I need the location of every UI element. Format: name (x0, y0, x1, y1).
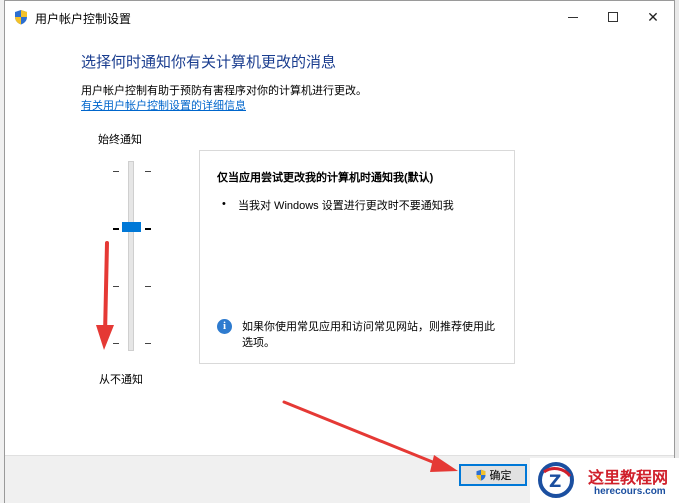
slider-tick (145, 171, 151, 172)
close-button[interactable]: ✕ (633, 1, 673, 33)
close-icon: ✕ (647, 8, 659, 25)
page-description: 用户帐户控制有助于预防有害程序对你的计算机进行更改。 (81, 85, 367, 97)
slider-tick (113, 343, 119, 344)
slider-tick (113, 286, 119, 287)
minimize-button[interactable] (553, 1, 593, 33)
panel-info-text: 如果你使用常见应用和访问常见网站，则推荐使用此 选项。 (242, 319, 502, 351)
info-icon: i (217, 319, 232, 334)
page-heading: 选择何时通知你有关计算机更改的消息 (81, 54, 337, 71)
window-title: 用户帐户控制设置 (35, 12, 132, 26)
minimize-icon (568, 16, 578, 18)
svg-text:Z: Z (549, 472, 561, 492)
title-bar: 用户帐户控制设置 ✕ (5, 1, 674, 33)
info-line: 选项。 (242, 337, 275, 349)
ok-button[interactable]: 确定 (459, 464, 527, 486)
site-logo-icon: Z (538, 462, 574, 498)
slider-tick (145, 286, 151, 287)
bullet-icon: • (222, 198, 226, 210)
maximize-icon (608, 12, 618, 22)
shield-icon (15, 10, 27, 25)
panel-bullet-text: 当我对 Windows 设置进行更改时不要通知我 (238, 200, 454, 212)
slider-top-label: 始终通知 (98, 134, 142, 146)
slider-tick (113, 228, 119, 230)
help-link[interactable]: 有关用户帐户控制设置的详细信息 (81, 97, 246, 113)
panel-title: 仅当应用尝试更改我的计算机时通知我(默认) (217, 172, 434, 184)
info-line: 如果你使用常见应用和访问常见网站，则推荐使用此 (242, 321, 495, 333)
shield-icon (476, 469, 485, 481)
slider-tick (113, 171, 119, 172)
notification-slider-thumb[interactable] (122, 222, 141, 232)
watermark-cn: 这里教程网 (588, 468, 669, 487)
ok-button-label: 确定 (489, 470, 512, 482)
maximize-button[interactable] (593, 1, 633, 33)
uac-settings-dialog: 用户帐户控制设置 ✕ 选择何时通知你有关计算机更改的消息 用户帐户控制有助于预防… (4, 0, 675, 503)
slider-bottom-label: 从不通知 (99, 374, 143, 386)
slider-tick (145, 228, 151, 230)
watermark-en: herecours.com (594, 486, 666, 497)
site-watermark: Z 这里教程网 herecours.com (530, 458, 679, 503)
notification-slider-track[interactable] (128, 161, 134, 351)
slider-tick (145, 343, 151, 344)
setting-description-panel: 仅当应用尝试更改我的计算机时通知我(默认) • 当我对 Windows 设置进行… (199, 150, 515, 364)
